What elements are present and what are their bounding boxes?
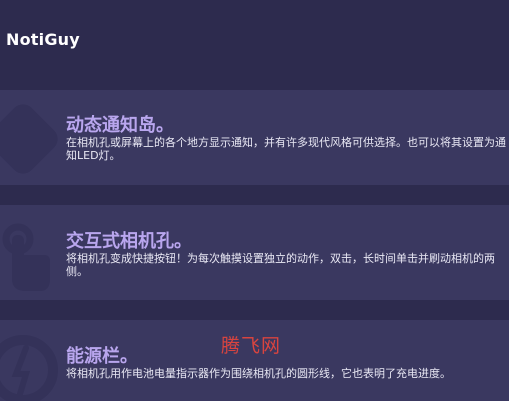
watermark: 腾飞网	[221, 335, 282, 357]
feature-title: 动态通知岛。	[66, 115, 174, 136]
app-title: NotiGuy	[6, 30, 80, 49]
feature-description: 将相机孔变成快捷按钮！为每次触摸设置独立的动作，双击，长时间单击并刷动相机的两侧…	[66, 252, 495, 278]
feature-description: 在相机孔或屏幕上的各个地方显示通知，并有许多现代风格可供选择。也可以将其设置为通…	[66, 136, 506, 162]
battery-ring-icon	[0, 335, 58, 401]
feature-title: 交互式相机孔。	[66, 231, 192, 252]
feature-title: 能源栏。	[66, 346, 138, 367]
diamond-icon	[0, 104, 58, 174]
feature-description: 将相机孔用作电池电量指示器作为围绕相机孔的圆形线，它也表明了充电进度。	[66, 367, 451, 380]
tap-gesture-icon	[2, 223, 50, 291]
feature-card-notification-island[interactable]: 动态通知岛。 在相机孔或屏幕上的各个地方显示通知，并有许多现代风格可供选择。也可…	[0, 90, 509, 185]
notiguy-screen: NotiGuy 动态通知岛。 在相机孔或屏幕上的各个地方显示通知，并有许多现代风…	[0, 0, 509, 401]
feature-card-interactive-camera[interactable]: 交互式相机孔。 将相机孔变成快捷按钮！为每次触摸设置独立的动作，双击，长时间单击…	[0, 205, 509, 300]
